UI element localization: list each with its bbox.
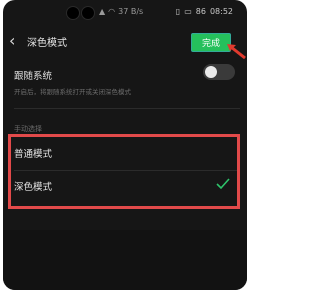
pointer-arrow-icon [227,44,246,59]
front-camera-right [82,7,94,19]
manual-section-label: 手动选择 [14,125,42,133]
follow-system-description: 开启后，将跟随系统打开或关闭深色模式 [14,88,131,96]
highlight-box [8,134,240,209]
follow-system-label: 跟随系统 [14,71,53,82]
follow-system-toggle[interactable] [203,64,235,80]
battery-icon: ▭ [184,7,192,16]
signal-icon: ▲ [99,7,106,16]
wifi-icon: ◠ [108,7,116,16]
status-left: ▲ ◠ 37 B/s [99,7,143,16]
done-button[interactable]: 完成 [191,33,231,52]
vibrate-icon: ▯ [175,7,181,16]
status-right: ▯ ▭ 86 08:52 [176,7,233,16]
page-title: 深色模式 [27,37,67,49]
clock: 08:52 [209,7,233,16]
toggle-knob [205,66,217,78]
chevron-left-icon[interactable]: ‹ [9,33,23,49]
phone-screen: ▲ ◠ 37 B/s ▯ ▭ 86 08:52 ‹ 深色模式 完成 跟随系统 开… [3,0,247,290]
divider [14,108,240,109]
front-camera-left [67,7,79,19]
empty-area [3,230,247,290]
battery-level: 86 [195,7,206,16]
network-speed: 37 B/s [118,7,144,16]
